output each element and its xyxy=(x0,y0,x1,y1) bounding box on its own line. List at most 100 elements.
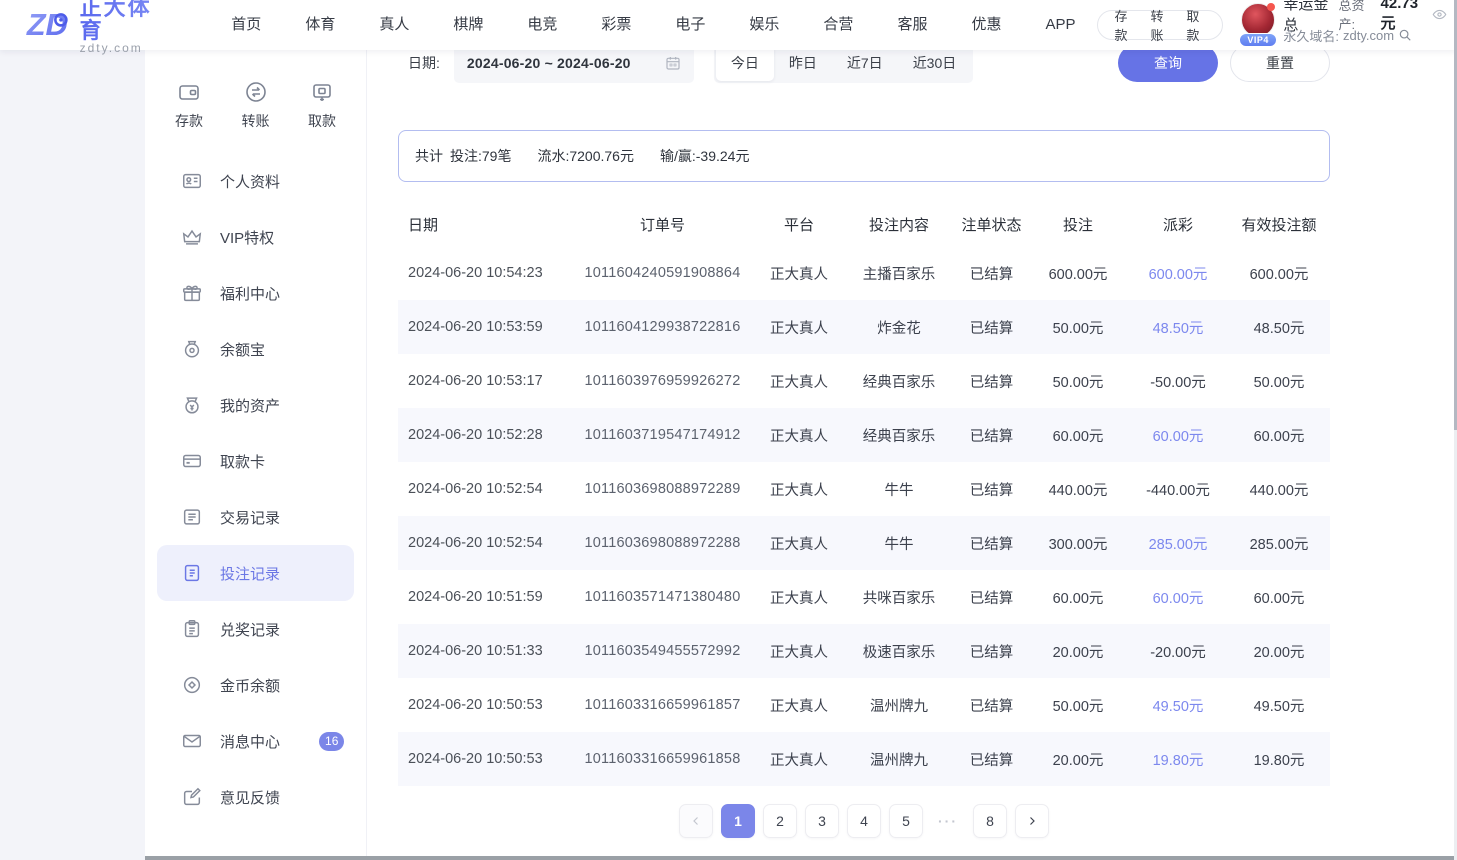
sidebar-action-withdraw[interactable]: 取款 xyxy=(308,80,336,131)
sidebar-item-label: 金币余额 xyxy=(220,675,280,696)
nav-slots[interactable]: 电子 xyxy=(653,0,727,50)
nav-app[interactable]: APP xyxy=(1023,0,1097,50)
range-today[interactable]: 今日 xyxy=(716,45,774,81)
pill-deposit[interactable]: 存款 xyxy=(1114,6,1134,44)
cell-content: 经典百家乐 xyxy=(843,425,955,446)
cell-date: 2024-06-20 10:53:59 xyxy=(398,319,570,335)
next-page-button[interactable] xyxy=(1015,804,1049,838)
nav-support[interactable]: 客服 xyxy=(875,0,949,50)
gift-icon xyxy=(181,282,203,304)
horizontal-scrollbar[interactable] xyxy=(145,856,1457,860)
summary-turnover: 流水:7200.76元 xyxy=(537,146,634,166)
nav-sports[interactable]: 体育 xyxy=(283,0,357,50)
domain-value: zdty.com xyxy=(1343,28,1394,43)
page-button-4[interactable]: 4 xyxy=(847,804,881,838)
cell-valid: 600.00元 xyxy=(1228,263,1330,284)
eye-icon[interactable] xyxy=(1432,7,1447,22)
table-row: 2024-06-20 10:50:53 1011603316659961857 … xyxy=(398,678,1330,732)
cell-bet: 20.00元 xyxy=(1028,641,1128,662)
left-gutter xyxy=(0,50,145,860)
pill-withdraw[interactable]: 取款 xyxy=(1186,6,1206,44)
sidebar-item-label: 福利中心 xyxy=(220,283,280,304)
sidebar-item-feedback[interactable]: 意见反馈 xyxy=(145,769,366,825)
col-header-platform: 平台 xyxy=(755,214,843,235)
sidebar-item-profile[interactable]: 个人资料 xyxy=(145,153,366,209)
pill-transfer[interactable]: 转账 xyxy=(1150,6,1170,44)
transactions-icon xyxy=(181,506,203,528)
cell-payout-link[interactable]: 49.50元 xyxy=(1128,695,1228,716)
nav-entertainment[interactable]: 娱乐 xyxy=(727,0,801,50)
cell-content: 牛牛 xyxy=(843,533,955,554)
sidebar-item-label: 交易记录 xyxy=(220,507,280,528)
cell-order: 1011603571471380480 xyxy=(570,589,755,605)
cell-payout-link[interactable]: 60.00元 xyxy=(1128,587,1228,608)
page-button-1[interactable]: 1 xyxy=(721,804,755,838)
message-icon xyxy=(181,730,203,752)
sidebar-item-messages[interactable]: 消息中心 16 xyxy=(145,713,366,769)
sidebar-action-deposit[interactable]: 存款 xyxy=(175,80,203,131)
cell-payout-link[interactable]: 60.00元 xyxy=(1128,425,1228,446)
cell-valid: 440.00元 xyxy=(1228,479,1330,500)
cell-payout-link[interactable]: 600.00元 xyxy=(1128,263,1228,284)
sidebar-item-coin-balance[interactable]: 金币余额 xyxy=(145,657,366,713)
sidebar-item-bet-records[interactable]: 投注记录 xyxy=(157,545,354,601)
sidebar-item-withdraw-card[interactable]: 取款卡 xyxy=(145,433,366,489)
page-button-3[interactable]: 3 xyxy=(805,804,839,838)
sidebar-item-assets[interactable]: 我的资产 xyxy=(145,377,366,433)
cell-date: 2024-06-20 10:50:53 xyxy=(398,697,570,713)
date-filter-label: 日期: xyxy=(408,53,440,73)
cell-date: 2024-06-20 10:51:33 xyxy=(398,643,570,659)
piggy-icon xyxy=(181,338,203,360)
page-button-5[interactable]: 5 xyxy=(889,804,923,838)
cell-date: 2024-06-20 10:54:23 xyxy=(398,265,570,281)
page-button-8[interactable]: 8 xyxy=(973,804,1007,838)
cell-order: 1011604240591908864 xyxy=(570,265,755,281)
sidebar-action-transfer[interactable]: 转账 xyxy=(242,80,270,131)
sidebar-item-welfare[interactable]: 福利中心 xyxy=(145,265,366,321)
cell-platform: 正大真人 xyxy=(755,263,843,284)
cell-payout: -50.00元 xyxy=(1128,371,1228,392)
nav-lottery[interactable]: 彩票 xyxy=(579,0,653,50)
cell-order: 1011604129938722816 xyxy=(570,319,755,335)
cell-content: 经典百家乐 xyxy=(843,371,955,392)
nav-live[interactable]: 真人 xyxy=(357,0,431,50)
cell-payout-link[interactable]: 48.50元 xyxy=(1128,317,1228,338)
sidebar-item-label: 我的资产 xyxy=(220,395,280,416)
cell-payout-link[interactable]: 285.00元 xyxy=(1128,533,1228,554)
page-ellipsis[interactable]: ··· xyxy=(931,804,965,838)
range-7days[interactable]: 近7日 xyxy=(832,45,898,81)
cell-status: 已结算 xyxy=(955,749,1028,770)
cell-platform: 正大真人 xyxy=(755,749,843,770)
col-header-payout: 派彩 xyxy=(1128,214,1228,235)
range-30days[interactable]: 近30日 xyxy=(898,45,972,81)
summary-total-label: 共计 xyxy=(415,146,443,166)
cell-platform: 正大真人 xyxy=(755,371,843,392)
sidebar-item-vip[interactable]: VIP特权 xyxy=(145,209,366,265)
table-row: 2024-06-20 10:52:54 1011603698088972289 … xyxy=(398,462,1330,516)
nav-promos[interactable]: 优惠 xyxy=(949,0,1023,50)
cell-status: 已结算 xyxy=(955,587,1028,608)
cell-status: 已结算 xyxy=(955,371,1028,392)
cell-payout-link[interactable]: 19.80元 xyxy=(1128,749,1228,770)
range-yesterday[interactable]: 昨日 xyxy=(774,45,832,81)
sidebar-item-yuebao[interactable]: 余额宝 xyxy=(145,321,366,377)
cell-bet: 440.00元 xyxy=(1028,479,1128,500)
search-icon[interactable] xyxy=(1398,28,1412,42)
cell-status: 已结算 xyxy=(955,479,1028,500)
prev-page-button[interactable] xyxy=(679,804,713,838)
nav-home[interactable]: 首页 xyxy=(209,0,283,50)
cell-content: 主播百家乐 xyxy=(843,263,955,284)
col-header-date: 日期 xyxy=(398,214,570,235)
cell-status: 已结算 xyxy=(955,263,1028,284)
nav-esports[interactable]: 电竞 xyxy=(505,0,579,50)
nav-affiliate[interactable]: 合营 xyxy=(801,0,875,50)
sidebar-item-transactions[interactable]: 交易记录 xyxy=(145,489,366,545)
brand-logo[interactable]: ZD 正大体育 zdty.com xyxy=(26,0,161,54)
col-header-status: 注单状态 xyxy=(955,214,1028,235)
sidebar-item-redeem-records[interactable]: 兑奖记录 xyxy=(145,601,366,657)
transfer-icon xyxy=(244,80,268,104)
cell-payout: -440.00元 xyxy=(1128,479,1228,500)
cell-valid: 285.00元 xyxy=(1228,533,1330,554)
nav-chess[interactable]: 棋牌 xyxy=(431,0,505,50)
page-button-2[interactable]: 2 xyxy=(763,804,797,838)
